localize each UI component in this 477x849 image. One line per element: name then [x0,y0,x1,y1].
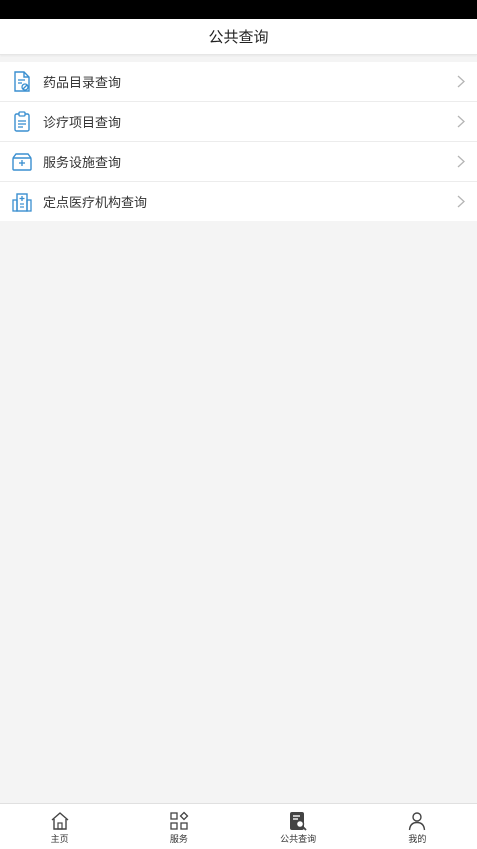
page-title: 公共查询 [208,28,269,46]
clipboard-icon [14,111,30,132]
chevron-right-icon [457,115,465,128]
tab-label: 公共查询 [280,835,317,845]
menu-item-designated-institutions[interactable]: 定点医疗机构查询 [0,182,477,221]
menu-item-label: 服务设施查询 [43,156,122,171]
medicine-document-icon [14,71,30,92]
menu-item-label: 定点医疗机构查询 [43,196,148,211]
status-bar [0,0,477,19]
menu-item-treatment-items[interactable]: 诊疗项目查询 [0,102,477,142]
grid-icon [170,811,189,830]
person-icon [409,812,426,831]
tab-label: 服务 [169,835,188,845]
chevron-right-icon [457,155,465,168]
tab-mine[interactable]: 我的 [358,804,477,849]
menu-item-label: 诊疗项目查询 [43,116,122,131]
service-box-icon [12,153,32,171]
home-icon [51,812,69,830]
chevron-right-icon [457,75,465,88]
top-navigation-bar: 公共查询 [0,19,477,55]
tab-home[interactable]: 主页 [0,804,119,849]
chevron-right-icon [457,195,465,208]
bottom-tab-bar: 主页 服务 公共查询 我的 [0,803,477,849]
search-document-icon [290,812,307,831]
tab-services[interactable]: 服务 [119,804,238,849]
menu-item-medicine-catalog[interactable]: 药品目录查询 [0,62,477,102]
query-menu-list: 药品目录查询 诊疗项目查询 服务设施查询 定点医疗机构查询 [0,62,477,221]
hospital-building-icon [12,193,32,212]
tab-public-query[interactable]: 公共查询 [239,804,358,849]
tab-label: 我的 [408,835,427,845]
tab-label: 主页 [50,835,69,845]
menu-item-label: 药品目录查询 [43,76,122,91]
menu-item-service-facilities[interactable]: 服务设施查询 [0,142,477,182]
